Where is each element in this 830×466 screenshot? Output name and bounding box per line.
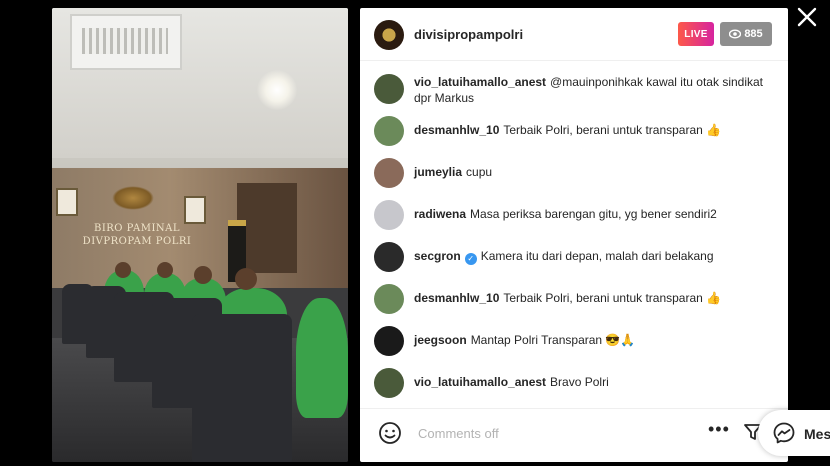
comment-avatar[interactable] xyxy=(374,116,404,146)
comment-text: Kamera itu dari depan, malah dari belaka… xyxy=(480,249,714,263)
messages-button[interactable]: Mes xyxy=(758,410,830,456)
emoji-icon[interactable] xyxy=(378,421,402,445)
comment-text: Terbaik Polri, berani untuk transparan 👍 xyxy=(503,123,722,137)
comment-username[interactable]: secgron xyxy=(414,249,461,263)
video-person-head xyxy=(235,268,257,290)
comment-footer: Comments off ••• xyxy=(360,408,788,462)
comment-text: Mantap Polri Transparan 😎🙏 xyxy=(470,333,636,347)
live-badge: LIVE xyxy=(678,22,714,46)
video-ac-unit xyxy=(70,14,182,70)
comment-avatar[interactable] xyxy=(374,200,404,230)
video-portrait-right xyxy=(184,196,206,224)
comment-username[interactable]: jumeylia xyxy=(414,165,462,179)
comment-username[interactable]: desmanhlw_10 xyxy=(414,291,499,305)
video-person-head xyxy=(115,262,131,278)
video-person-head xyxy=(157,262,173,278)
comment-text: cupu xyxy=(466,165,493,179)
comment-list[interactable]: vio_latuihamallo_anest @mauinponihkak kaw… xyxy=(360,60,788,408)
video-ceiling-light xyxy=(257,70,297,110)
video-portrait-left xyxy=(56,188,78,216)
comment-avatar[interactable] xyxy=(374,242,404,272)
viewer-count-badge[interactable]: 885 xyxy=(720,22,772,46)
live-comments-panel: divisipropampolri LIVE 885 vio_latuihama… xyxy=(360,8,788,462)
verified-badge-icon: ✓ xyxy=(464,253,477,265)
eye-icon xyxy=(729,29,742,39)
video-garuda-emblem xyxy=(112,186,154,210)
comment-username[interactable]: vio_latuihamallo_anest xyxy=(414,75,546,89)
video-sign-line1: BIRO PAMINAL xyxy=(93,223,181,234)
video-wall-panel xyxy=(237,183,297,273)
video-chair xyxy=(192,314,292,462)
host-username[interactable]: divisipropampolri xyxy=(414,27,523,42)
comment-text: Masa periksa barengan gitu, yg bener sen… xyxy=(470,207,717,221)
comment-username[interactable]: radiwena xyxy=(414,207,466,221)
more-options-button[interactable]: ••• xyxy=(708,419,730,440)
messenger-icon xyxy=(773,422,795,444)
comment-avatar[interactable] xyxy=(374,74,404,104)
video-person-head xyxy=(194,266,212,284)
live-video[interactable]: BIRO PAMINAL DIVPROPAM POLRI xyxy=(52,8,348,462)
comment-username[interactable]: vio_latuihamallo_anest xyxy=(414,375,546,389)
comment-avatar[interactable] xyxy=(374,284,404,314)
comment-avatar[interactable] xyxy=(374,158,404,188)
viewer-count: 885 xyxy=(744,28,763,40)
comment-input[interactable]: Comments off xyxy=(418,426,499,441)
comment-text: Terbaik Polri, berani untuk transparan 👍 xyxy=(503,291,722,305)
comment-username[interactable]: desmanhlw_10 xyxy=(414,123,499,137)
messages-label: Mes xyxy=(804,426,830,442)
close-icon[interactable] xyxy=(795,5,819,29)
comment-username[interactable]: jeegsoon xyxy=(414,333,467,347)
comment-text: Bravo Polri xyxy=(550,375,609,389)
video-wall-sign: BIRO PAMINAL DIVPROPAM POLRI xyxy=(62,222,212,248)
video-sign-line2: DIVPROPAM POLRI xyxy=(82,236,192,247)
comment-avatar[interactable] xyxy=(374,326,404,356)
host-avatar[interactable] xyxy=(374,20,404,50)
video-person xyxy=(296,298,348,418)
comment-avatar[interactable] xyxy=(374,368,404,398)
live-header: divisipropampolri LIVE 885 xyxy=(360,8,788,61)
